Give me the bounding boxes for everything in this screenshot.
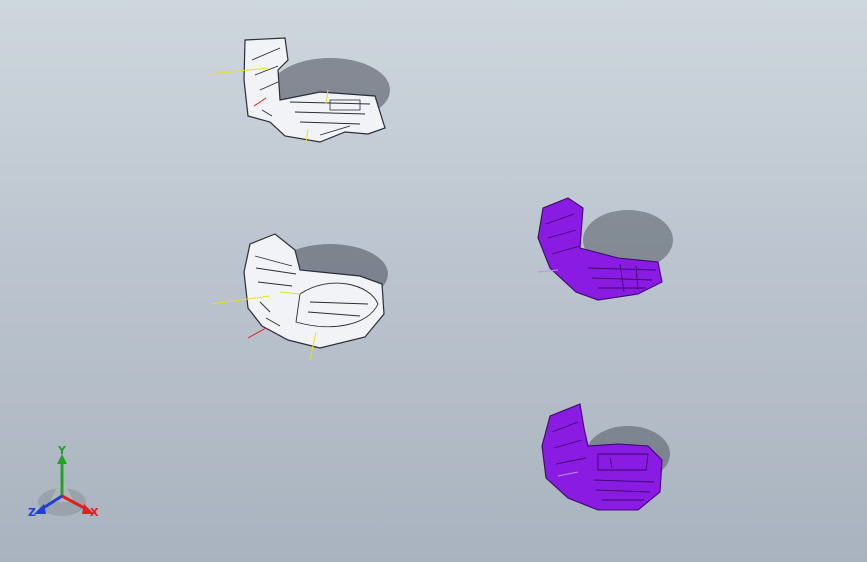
part-purple-2[interactable] bbox=[528, 398, 678, 518]
z-axis-label: Z bbox=[28, 506, 36, 519]
x-axis-label: X bbox=[90, 506, 99, 519]
part-body bbox=[541, 403, 663, 511]
graphics-viewport[interactable]: Y X Z bbox=[0, 0, 867, 562]
y-axis-label: Y bbox=[58, 444, 66, 457]
axis-line-red bbox=[247, 327, 267, 339]
part-white-1[interactable] bbox=[200, 30, 410, 160]
part-purple-1[interactable] bbox=[528, 188, 678, 308]
orientation-triad[interactable]: Y X Z bbox=[22, 444, 104, 524]
part-white-2[interactable] bbox=[200, 222, 410, 367]
